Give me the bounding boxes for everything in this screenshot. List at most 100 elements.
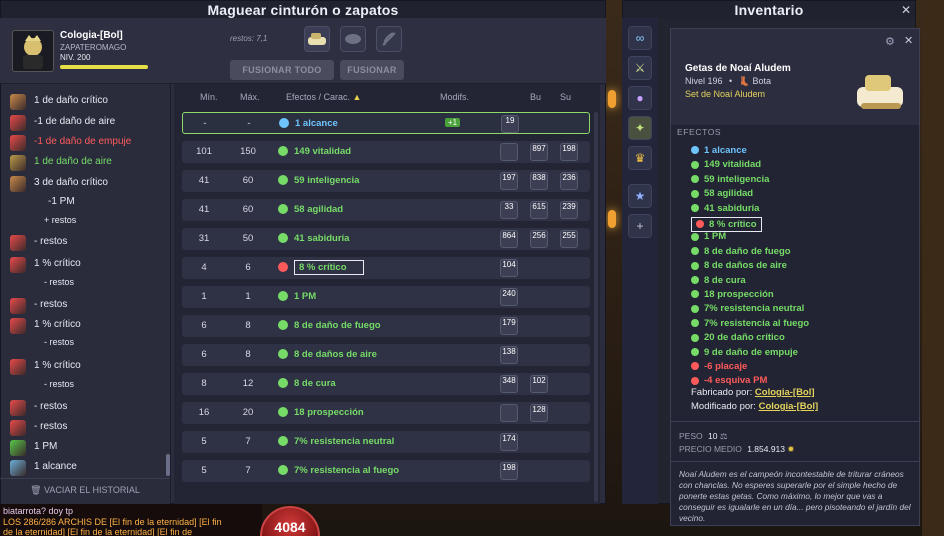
tab-all-icon[interactable]: ∞: [628, 26, 652, 50]
rune-slot-icon[interactable]: [500, 143, 518, 161]
chat-line: LOS 286/286 ARCHIS DE [El fin de la eter…: [3, 517, 222, 527]
tab-add-icon[interactable]: +: [628, 214, 652, 238]
rune-slot-icon[interactable]: 174: [500, 433, 518, 451]
chat-area[interactable]: biatarrota? doy tp LOS 286/286 ARCHIS DE…: [0, 504, 262, 536]
effect-icon: [278, 146, 288, 156]
tooltip-effect: 59 inteligencia: [691, 174, 769, 185]
effect-icon: [691, 290, 699, 299]
tooltip-effect-label: 20 de daño crítico: [704, 332, 785, 344]
settings-gear-icon[interactable]: ⚙: [885, 35, 895, 48]
item-set-link[interactable]: Set de Noaí Aludem: [685, 89, 765, 99]
max-value: 150: [240, 146, 256, 157]
col-effects[interactable]: Efectos / Carac. ▲: [286, 92, 361, 102]
rune-icon: [10, 298, 26, 314]
rune-slot-icon[interactable]: 198: [500, 462, 518, 480]
table-row[interactable]: 5 7 7% resistencia neutral 174: [182, 431, 590, 453]
torch-decoration: [608, 210, 616, 228]
table-row[interactable]: 101 150 149 vitalidad 897 198: [182, 141, 590, 163]
min-value: 101: [196, 146, 212, 157]
tooltip-effect: -6 placaje: [691, 361, 747, 372]
table-row[interactable]: 8 12 8 de cura 348 102: [182, 373, 590, 395]
rune-slot-icon[interactable]: 838: [530, 172, 548, 190]
rune-slot-icon[interactable]: 256: [530, 230, 548, 248]
col-max[interactable]: Máx.: [240, 92, 260, 102]
rune-slot-icon[interactable]: 240: [500, 288, 518, 306]
history-text: 1 de daño de aire: [34, 156, 112, 167]
clear-history-button[interactable]: 🗑 VACIAR EL HISTORIAL: [0, 478, 170, 500]
tab-consumables-icon[interactable]: ●: [628, 86, 652, 110]
max-value: 7: [245, 436, 251, 447]
tooltip-effect-label: 18 prospección: [704, 289, 774, 300]
table-row[interactable]: - - 1 alcance +1 19: [182, 112, 590, 134]
rune-slot-icon[interactable]: 348: [500, 375, 518, 393]
table-row[interactable]: 1 1 1 PM 240: [182, 286, 590, 308]
potion-slot-icon[interactable]: [376, 26, 402, 52]
min-value: -: [203, 118, 207, 129]
min-value: 1: [201, 291, 207, 302]
effect-label: 8 % crítico: [294, 260, 364, 275]
fuse-all-button[interactable]: FUSIONAR TODO: [230, 60, 334, 80]
rune-icon: [10, 115, 26, 131]
table-row[interactable]: 6 8 8 de daño de fuego 179: [182, 315, 590, 337]
rune-slot-icon[interactable]: [340, 26, 366, 52]
rune-slot-icon[interactable]: 33: [500, 201, 518, 219]
rune-slot-icon[interactable]: 198: [560, 143, 578, 161]
tab-favorites-icon[interactable]: ★: [628, 184, 652, 208]
col-modifs[interactable]: Modifs.: [440, 92, 469, 102]
rune-slot-icon[interactable]: 197: [500, 172, 518, 190]
rune-slot-icon[interactable]: 102: [530, 375, 548, 393]
history-scrollbar[interactable]: [166, 454, 170, 476]
rune-icon: [10, 135, 26, 151]
history-text: - restos: [34, 401, 68, 412]
rune-slot-icon[interactable]: 897: [530, 143, 548, 161]
max-value: 8: [245, 349, 251, 360]
rune-slot-icon[interactable]: 138: [500, 346, 518, 364]
col-su[interactable]: Su: [560, 92, 571, 102]
tab-weapons-icon[interactable]: ⚔: [628, 56, 652, 80]
table-row[interactable]: 31 50 41 sabiduría 864 256 255: [182, 228, 590, 250]
inventory-close-icon[interactable]: ✕: [901, 3, 911, 17]
effect-icon: [696, 220, 704, 229]
table-row[interactable]: 6 8 8 de daños de aire 138: [182, 344, 590, 366]
inventory-title: Inventario: [623, 1, 915, 19]
min-value: 5: [201, 436, 207, 447]
weight-icon: ⚖: [719, 431, 728, 441]
table-row[interactable]: 5 7 7% resistencia al fuego 198: [182, 460, 590, 482]
rune-slot-icon[interactable]: 19: [501, 115, 519, 133]
fuse-button[interactable]: FUSIONAR: [340, 60, 404, 80]
rune-slot-icon[interactable]: 128: [530, 404, 548, 422]
tooltip-effect-label: 41 sabiduría: [704, 202, 760, 214]
table-scrollbar[interactable]: [594, 112, 598, 502]
table-row[interactable]: 16 20 18 prospección 128: [182, 402, 590, 424]
item-slot-boots-icon[interactable]: [304, 26, 330, 52]
history-text: -1 PM: [48, 196, 75, 207]
modified-by-link[interactable]: Cologia-[Bol]: [759, 401, 819, 412]
tab-quest-icon[interactable]: ♛: [628, 146, 652, 170]
rune-slot-icon[interactable]: 864: [500, 230, 518, 248]
crafted-by-link[interactable]: Cologia-[Bol]: [755, 387, 815, 398]
effect-icon: [278, 175, 288, 185]
table-row[interactable]: 41 60 59 inteligencia 197 838 236: [182, 170, 590, 192]
rune-slot-icon[interactable]: 236: [560, 172, 578, 190]
tooltip-close-icon[interactable]: ✕: [904, 34, 913, 47]
min-value: 41: [198, 204, 210, 215]
torch-decoration: [608, 90, 616, 108]
max-value: 7: [245, 465, 251, 476]
table-row[interactable]: 41 60 58 agilidad 33 615 239: [182, 199, 590, 221]
rune-slot-icon[interactable]: 104: [500, 259, 518, 277]
col-min[interactable]: Mín.: [200, 92, 218, 102]
rune-slot-icon[interactable]: 255: [560, 230, 578, 248]
max-value: 20: [242, 407, 254, 418]
rune-slot-icon[interactable]: [500, 404, 518, 422]
table-row[interactable]: 4 6 8 % crítico 104: [182, 257, 590, 279]
rune-slot-icon[interactable]: 239: [560, 201, 578, 219]
col-bu[interactable]: Bu: [530, 92, 541, 102]
tooltip-effect-label: 1 alcance: [704, 145, 747, 156]
rune-slot-icon[interactable]: 179: [500, 317, 518, 335]
history-item: 1 PM: [0, 438, 168, 458]
rune-slot-icon[interactable]: 615: [530, 201, 548, 219]
tab-resources-icon[interactable]: ✦: [628, 116, 652, 140]
effect-icon: [691, 348, 699, 357]
effect-label: 41 sabiduría: [294, 233, 350, 244]
item-lore: Noaí Aludem es el campeón incontestable …: [679, 469, 911, 523]
